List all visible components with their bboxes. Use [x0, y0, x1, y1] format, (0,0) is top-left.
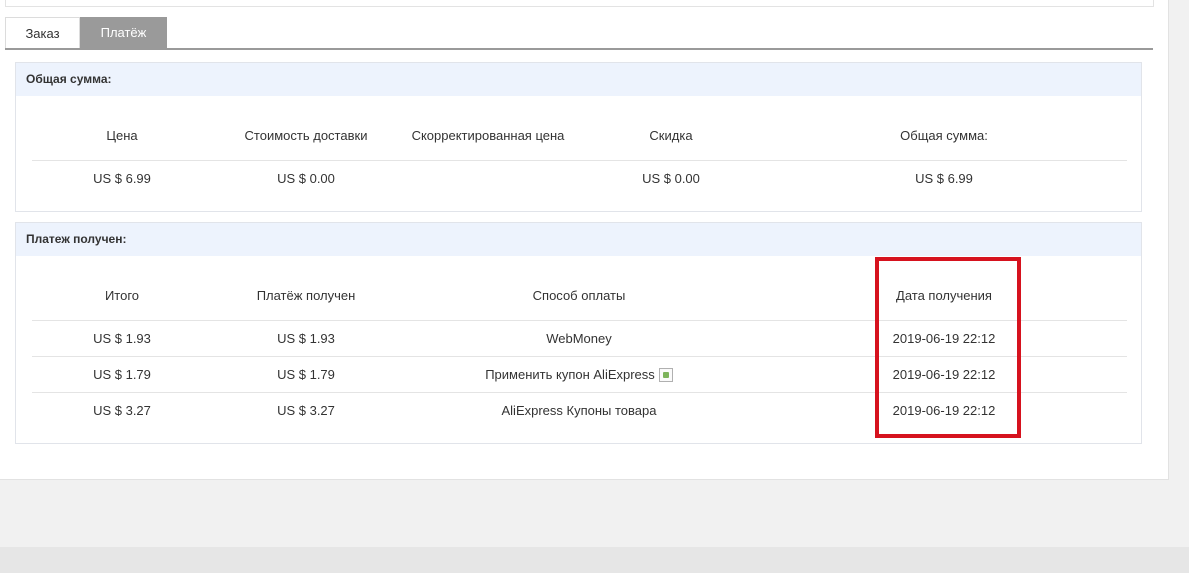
cell-shipping-cost: US $ 0.00	[277, 171, 335, 186]
cell-payment-method: AliExpress Купоны товара	[501, 403, 657, 418]
cell-payment-received: US $ 1.93	[277, 331, 335, 346]
top-strip	[5, 0, 1154, 7]
header-payment-method: Способ оплаты	[532, 288, 626, 303]
tab-payment[interactable]: Платёж	[80, 17, 167, 48]
cell-subtotal: US $ 1.79	[93, 367, 151, 382]
total-amount-panel: Общая сумма: Цена Стоимость доставки Ско…	[15, 62, 1142, 212]
broken-image-icon	[658, 368, 673, 382]
highlight-box	[875, 257, 1021, 438]
cell-subtotal: US $ 3.27	[93, 403, 151, 418]
cell-price: US $ 6.99	[93, 171, 151, 186]
cell-payment-method: Применить купон AliExpress	[429, 367, 729, 382]
tab-bar: Заказ Платёж	[5, 17, 1153, 50]
header-payment-received: Платёж получен	[256, 288, 356, 303]
tab-order[interactable]: Заказ	[5, 17, 80, 48]
total-panel-title: Общая сумма:	[16, 63, 1141, 96]
order-detail-card: Заказ Платёж Общая сумма: Цена Стоимость…	[0, 0, 1169, 480]
cell-subtotal: US $ 1.93	[93, 331, 151, 346]
header-discount: Скидка	[649, 128, 693, 143]
cell-payment-received: US $ 3.27	[277, 403, 335, 418]
header-adjusted-price: Скорректированная цена	[411, 128, 565, 143]
payment-panel-title: Платеж получен:	[16, 223, 1141, 256]
header-shipping-cost: Стоимость доставки	[244, 128, 368, 143]
cell-total-sum: US $ 6.99	[915, 171, 973, 186]
header-total-sum: Общая сумма:	[900, 128, 988, 143]
header-price: Цена	[106, 128, 138, 143]
bottom-bar	[0, 547, 1189, 573]
header-subtotal: Итого	[104, 288, 140, 303]
cell-payment-received: US $ 1.79	[277, 367, 335, 382]
cell-discount: US $ 0.00	[642, 171, 700, 186]
payment-method-label: Применить купон AliExpress	[485, 367, 655, 382]
divider	[32, 160, 1127, 161]
cell-payment-method: WebMoney	[546, 331, 612, 346]
